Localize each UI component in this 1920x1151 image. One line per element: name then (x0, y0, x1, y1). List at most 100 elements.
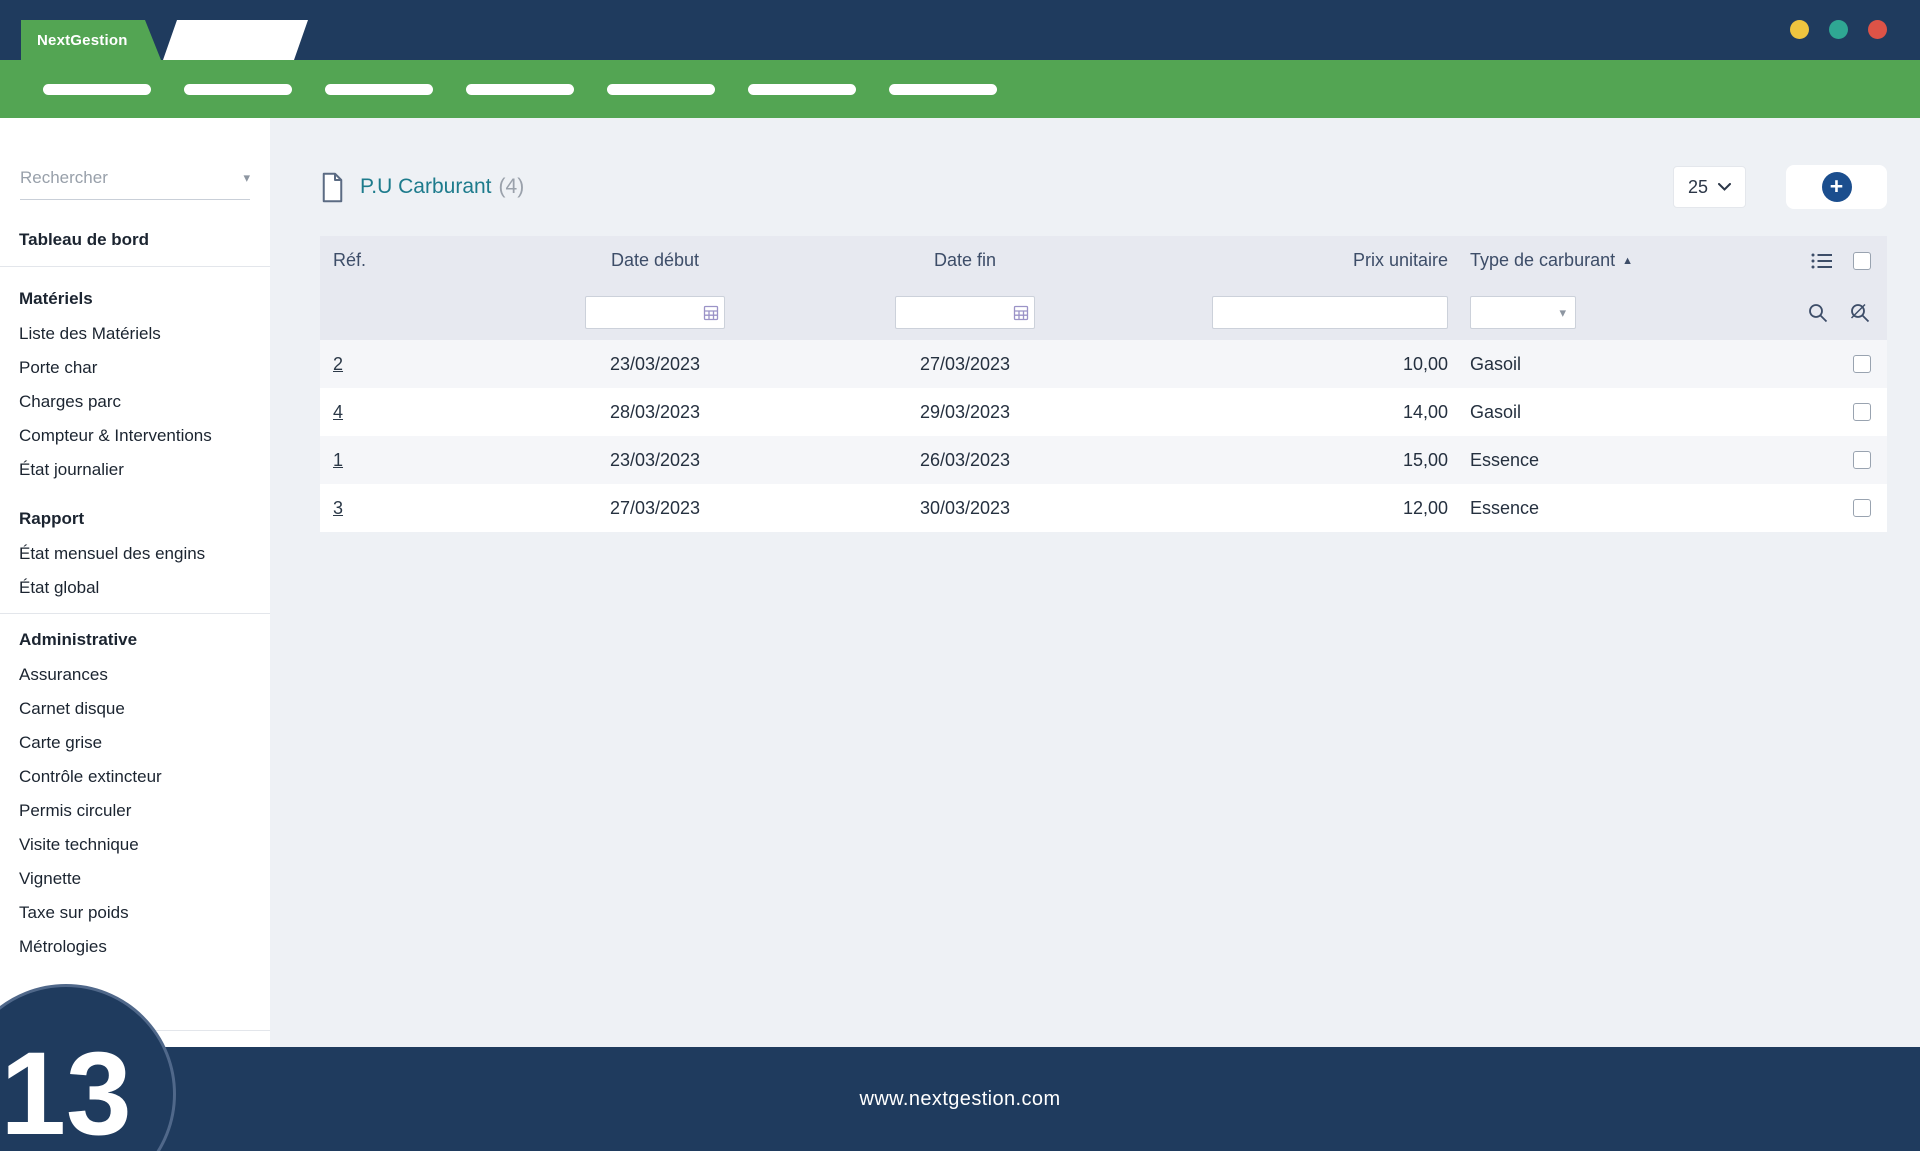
page-size-value: 25 (1688, 177, 1708, 198)
sidebar-item-liste-des-materiels[interactable]: Liste des Matériels (0, 317, 270, 351)
list-view-icon[interactable] (1811, 252, 1833, 270)
brand-logo-text: NextGestion (37, 32, 128, 49)
row-checkbox[interactable] (1853, 451, 1871, 469)
nav-item-placeholder[interactable] (889, 84, 997, 95)
sidebar-divider (0, 613, 270, 614)
sidebar-divider (0, 266, 270, 267)
app-window: NextGestion Rechercher ▾ Tableau de bord… (0, 0, 1920, 1151)
sidebar-item-carte-grise[interactable]: Carte grise (0, 726, 270, 760)
nav-item-placeholder[interactable] (325, 84, 433, 95)
main-content: P.U Carburant (4) 25 + Réf. Date début (270, 118, 1920, 1047)
nav-item-placeholder[interactable] (748, 84, 856, 95)
sidebar-item-etat-global[interactable]: État global (0, 571, 270, 605)
tab-placeholder[interactable] (163, 20, 308, 60)
main-nav-bar (0, 60, 1920, 118)
row-prix: 14,00 (1120, 402, 1465, 423)
calendar-icon[interactable] (703, 305, 719, 321)
row-prix: 12,00 (1120, 498, 1465, 519)
sidebar: Rechercher ▾ Tableau de bord Matériels L… (0, 118, 270, 1047)
window-maximize-button[interactable] (1829, 20, 1848, 39)
sidebar-item-controle-extincteur[interactable]: Contrôle extincteur (0, 760, 270, 794)
content-header: P.U Carburant (4) 25 + (320, 164, 1887, 210)
table-header-row: Réf. Date début Date fin Prix unitaire T… (320, 236, 1887, 285)
row-checkbox[interactable] (1853, 355, 1871, 373)
sidebar-item-metrologies[interactable]: Métrologies (0, 930, 270, 964)
nav-item-placeholder[interactable] (466, 84, 574, 95)
data-table: Réf. Date début Date fin Prix unitaire T… (320, 236, 1887, 532)
page-title: P.U Carburant (360, 175, 492, 199)
row-type: Essence (1465, 498, 1780, 519)
chevron-down-icon (1718, 183, 1731, 191)
row-prix: 10,00 (1120, 354, 1465, 375)
plus-icon: + (1822, 172, 1852, 202)
row-checkbox[interactable] (1853, 403, 1871, 421)
column-header-prix-unitaire[interactable]: Prix unitaire (1120, 250, 1465, 271)
row-date-debut: 27/03/2023 (500, 498, 810, 519)
footer-website: www.nextgestion.com (859, 1088, 1060, 1111)
page-number: 13 (0, 1026, 131, 1151)
row-ref-link[interactable]: 4 (333, 402, 343, 422)
column-header-ref[interactable]: Réf. (320, 250, 500, 271)
filter-prix-input[interactable] (1212, 296, 1448, 329)
table-header-actions (1780, 252, 1887, 270)
row-date-debut: 28/03/2023 (500, 402, 810, 423)
select-all-checkbox[interactable] (1853, 252, 1871, 270)
table-row: 3 27/03/2023 30/03/2023 12,00 Essence (320, 484, 1887, 532)
sidebar-item-carnet-disque[interactable]: Carnet disque (0, 692, 270, 726)
document-icon (320, 172, 345, 203)
sidebar-item-compteur-interventions[interactable]: Compteur & Interventions (0, 419, 270, 453)
row-ref-link[interactable]: 1 (333, 450, 343, 470)
sidebar-item-visite-technique[interactable]: Visite technique (0, 828, 270, 862)
nav-item-placeholder[interactable] (43, 84, 151, 95)
row-type: Essence (1465, 450, 1780, 471)
add-button[interactable]: + (1786, 165, 1887, 209)
sidebar-search-placeholder: Rechercher (20, 168, 108, 188)
sidebar-section-materiels: Matériels (0, 281, 270, 317)
filter-type-select[interactable]: ▾ (1470, 296, 1576, 329)
chevron-down-icon: ▾ (243, 170, 250, 186)
chevron-down-icon: ▾ (1559, 305, 1566, 321)
sidebar-item-permis-circuler[interactable]: Permis circuler (0, 794, 270, 828)
window-minimize-button[interactable] (1790, 20, 1809, 39)
row-checkbox[interactable] (1853, 499, 1871, 517)
brand-logo-tab[interactable]: NextGestion (21, 20, 161, 60)
sidebar-section-rapport: Rapport (0, 501, 270, 537)
sidebar-item-vignette[interactable]: Vignette (0, 862, 270, 896)
search-icon[interactable] (1807, 302, 1829, 324)
row-type: Gasoil (1465, 354, 1780, 375)
sidebar-item-porte-char[interactable]: Porte char (0, 351, 270, 385)
row-date-fin: 27/03/2023 (810, 354, 1120, 375)
column-header-type-carburant[interactable]: Type de carburant ▲ (1465, 250, 1780, 271)
table-row: 1 23/03/2023 26/03/2023 15,00 Essence (320, 436, 1887, 484)
sidebar-item-assurances[interactable]: Assurances (0, 658, 270, 692)
window-close-button[interactable] (1868, 20, 1887, 39)
column-header-date-fin[interactable]: Date fin (810, 250, 1120, 271)
row-date-fin: 29/03/2023 (810, 402, 1120, 423)
sidebar-search-select[interactable]: Rechercher ▾ (20, 156, 250, 200)
header-actions: 25 + (1673, 165, 1887, 209)
row-ref-link[interactable]: 3 (333, 498, 343, 518)
nav-item-placeholder[interactable] (184, 84, 292, 95)
sidebar-item-dashboard[interactable]: Tableau de bord (0, 222, 270, 258)
footer: www.nextgestion.com (0, 1047, 1920, 1151)
row-date-fin: 26/03/2023 (810, 450, 1120, 471)
table-row: 4 28/03/2023 29/03/2023 14,00 Gasoil (320, 388, 1887, 436)
sort-asc-icon: ▲ (1622, 255, 1633, 267)
sidebar-item-etat-journalier[interactable]: État journalier (0, 453, 270, 487)
row-date-fin: 30/03/2023 (810, 498, 1120, 519)
row-date-debut: 23/03/2023 (500, 354, 810, 375)
sidebar-item-etat-mensuel-des-engins[interactable]: État mensuel des engins (0, 537, 270, 571)
row-ref-link[interactable]: 2 (333, 354, 343, 374)
row-type: Gasoil (1465, 402, 1780, 423)
sidebar-item-taxe-sur-poids[interactable]: Taxe sur poids (0, 896, 270, 930)
table-row: 2 23/03/2023 27/03/2023 10,00 Gasoil (320, 340, 1887, 388)
clear-search-icon[interactable] (1849, 302, 1871, 324)
page-size-select[interactable]: 25 (1673, 166, 1746, 208)
calendar-icon[interactable] (1013, 305, 1029, 321)
window-controls (1790, 20, 1887, 39)
nav-item-placeholder[interactable] (607, 84, 715, 95)
sidebar-item-charges-parc[interactable]: Charges parc (0, 385, 270, 419)
column-header-date-debut[interactable]: Date début (500, 250, 810, 271)
sidebar-section-administrative: Administrative (0, 622, 270, 658)
row-date-debut: 23/03/2023 (500, 450, 810, 471)
